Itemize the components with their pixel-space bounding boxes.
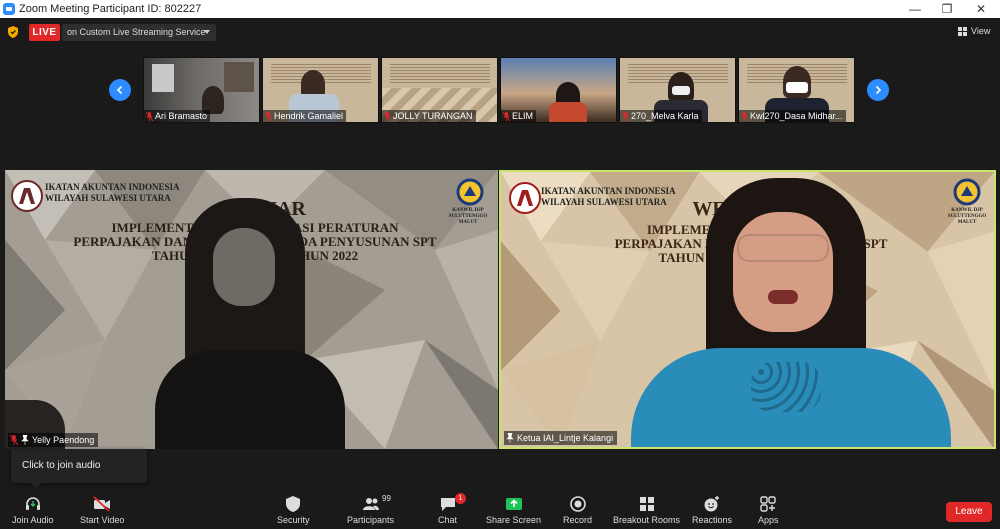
view-label: View (971, 26, 991, 36)
restore-icon[interactable]: ❐ (932, 0, 962, 18)
next-page-button[interactable] (867, 79, 889, 101)
grid-view-icon (958, 26, 967, 36)
participant-name: Ari Bramasto (155, 111, 208, 121)
kanwil-djp-logo-icon (953, 178, 981, 206)
slide-org-name: IKATAN AKUNTAN INDONESIA WILAYAH SULAWES… (541, 186, 676, 207)
view-button[interactable]: View (958, 26, 990, 36)
chat-unread-badge: 1 (455, 493, 466, 504)
video-off-icon (93, 496, 111, 512)
join-audio-tooltip[interactable]: Click to join audio (11, 449, 147, 488)
muted-mic-icon (265, 111, 272, 121)
live-stream-label: on Custom Live Streaming Service (67, 27, 206, 37)
participant-thumbnail[interactable]: JOLLY TURANGAN (381, 57, 498, 123)
live-badge[interactable]: LIVE (29, 24, 60, 41)
participant-name: JOLLY TURANGAN (393, 111, 473, 121)
participant-name: Yelly Paendong (32, 435, 95, 445)
participant-thumbnail[interactable]: Ari Bramasto (143, 57, 260, 123)
participant-name: Ketua IAI_Lintje Kalangi (517, 433, 614, 443)
participant-name: Kwl270_Dasa Midhar... (750, 111, 843, 121)
thumbnail-name-tag: Hendrik Gamaliel (263, 110, 347, 122)
smiley-add-icon (704, 496, 720, 512)
video-tile-yelly-paendong[interactable]: IKATAN AKUNTAN INDONESIA WILAYAH SULAWES… (5, 170, 498, 449)
record-icon (569, 496, 586, 512)
video-name-tag: Yelly Paendong (8, 433, 99, 447)
share-screen-button[interactable]: Share Screen (486, 495, 541, 529)
meeting-toolbar: Join Audio Start Video Security Particip… (0, 491, 1000, 529)
speaker-glasses (737, 234, 829, 262)
participant-thumbnail[interactable]: Kwl270_Dasa Midhar... (738, 57, 855, 123)
muted-mic-icon (10, 435, 18, 445)
share-screen-icon (505, 498, 522, 510)
window-titlebar: Zoom Meeting Participant ID: 802227 — ❐ … (0, 0, 1000, 18)
iai-logo-icon (509, 182, 541, 214)
participants-button[interactable]: Participants 99 (347, 494, 394, 529)
muted-mic-icon (503, 111, 510, 121)
participant-name: 270_Melva Karla (631, 111, 699, 121)
muted-mic-icon (741, 111, 748, 121)
apps-icon (760, 496, 776, 512)
participant-thumbnail[interactable]: ELIM (500, 57, 617, 123)
thumbnail-name-tag: 270_Melva Karla (620, 110, 702, 122)
apps-button[interactable]: Apps (758, 495, 779, 529)
participant-thumbnail[interactable]: Hendrik Gamaliel (262, 57, 379, 123)
thumbnail-name-tag: Kwl270_Dasa Midhar... (739, 110, 846, 122)
speaker-face (213, 228, 275, 306)
participants-icon (362, 498, 379, 510)
caret-down-icon (204, 30, 210, 34)
speaker-body (155, 350, 345, 449)
video-name-tag: Ketua IAI_Lintje Kalangi (504, 431, 618, 445)
leave-meeting-button[interactable]: Leave (946, 502, 992, 522)
participant-name: ELIM (512, 111, 534, 121)
reactions-button[interactable]: Reactions (692, 495, 732, 529)
join-audio-button[interactable]: Join Audio (12, 495, 54, 529)
close-icon[interactable]: ✕ (966, 0, 996, 18)
iai-logo-icon (11, 180, 43, 212)
kanwil-djp-logo-icon (456, 178, 484, 206)
record-button[interactable]: Record (563, 495, 592, 529)
shield-icon (286, 496, 301, 512)
window-title: Zoom Meeting Participant ID: 802227 (19, 3, 202, 15)
video-tile-lintje-kalangi[interactable]: IKATAN AKUNTAN INDONESIA WILAYAH SULAWES… (499, 170, 996, 449)
muted-mic-icon (384, 111, 391, 121)
chevron-left-icon (116, 85, 123, 95)
start-video-button[interactable]: Start Video (80, 495, 124, 529)
chat-button[interactable]: Chat 1 (438, 493, 466, 529)
thumbnail-name-tag: Ari Bramasto (144, 110, 211, 122)
muted-mic-icon (146, 111, 153, 121)
muted-mic-icon (622, 111, 629, 121)
pin-icon (506, 433, 514, 443)
participants-count: 99 (382, 494, 391, 503)
headphones-icon (25, 497, 40, 510)
pin-icon (21, 435, 29, 445)
join-audio-tooltip-text: Click to join audio (22, 460, 101, 471)
chat-bubble-icon (440, 498, 455, 511)
breakout-rooms-icon (639, 497, 654, 511)
chevron-right-icon (875, 85, 882, 95)
breakout-rooms-button[interactable]: Breakout Rooms (613, 495, 680, 529)
participant-thumbnail[interactable]: 270_Melva Karla (619, 57, 736, 123)
participant-name: Hendrik Gamaliel (274, 111, 344, 121)
live-stream-dropdown[interactable]: on Custom Live Streaming Service (62, 24, 216, 41)
speaker-face (733, 212, 833, 332)
thumbnail-name-tag: ELIM (501, 110, 537, 122)
minimize-icon[interactable]: — (900, 0, 930, 18)
security-button[interactable]: Security (277, 495, 310, 529)
previous-page-button[interactable] (109, 79, 131, 101)
encryption-shield-icon[interactable] (7, 26, 19, 38)
slide-org-name: IKATAN AKUNTAN INDONESIA WILAYAH SULAWES… (45, 182, 180, 203)
thumbnail-name-tag: JOLLY TURANGAN (382, 110, 476, 122)
zoom-app-icon (3, 3, 15, 15)
